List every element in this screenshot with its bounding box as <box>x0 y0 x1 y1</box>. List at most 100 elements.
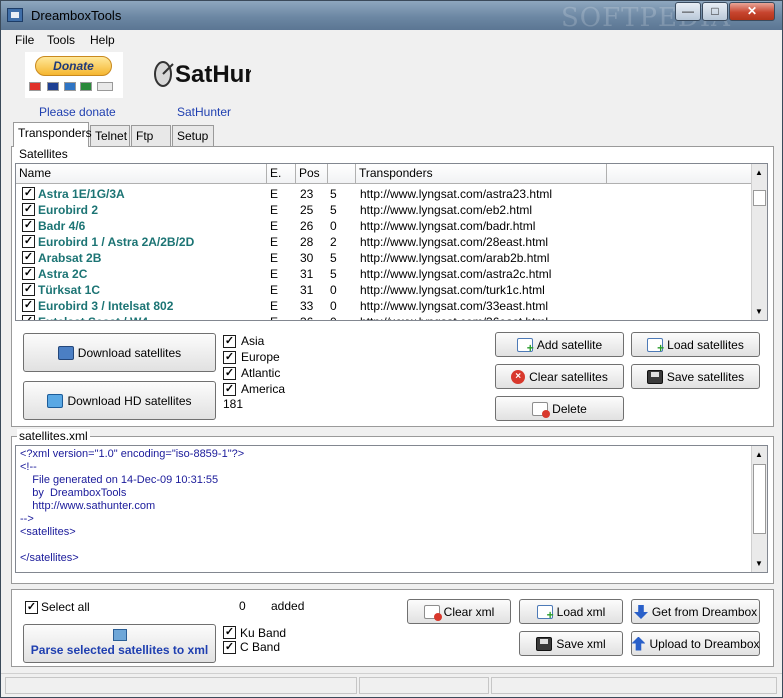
satellite-transponder-count: 5 <box>330 267 337 281</box>
xml-vertical-scrollbar[interactable]: ▲ ▼ <box>751 446 767 572</box>
tab-telnet[interactable]: Telnet <box>90 125 130 146</box>
scroll-up-icon[interactable]: ▲ <box>755 168 763 177</box>
xml-scroll-up-icon[interactable]: ▲ <box>755 450 763 459</box>
region-checkbox-asia[interactable]: ✓ <box>223 335 236 348</box>
satellite-row[interactable]: ✓ Astra 2C E 31 5 http://www.lyngsat.com/astr… <box>16 266 753 282</box>
tab-ftp[interactable]: Ftp <box>131 125 171 146</box>
upload-to-dreambox-button[interactable]: Upload to Dreambox <box>631 631 760 656</box>
ku-band-checkbox[interactable]: ✓ <box>223 626 236 639</box>
donate-button[interactable]: Donate <box>35 56 112 76</box>
satellite-checkbox[interactable]: ✓ <box>22 203 35 216</box>
satellite-row[interactable]: ✓Eutelsat Sesat / W4 E 36 0 http://www.lyngs… <box>16 314 753 320</box>
save-xml-button[interactable]: Save xml <box>519 631 623 656</box>
load-xml-button[interactable]: Load xml <box>519 599 623 624</box>
maximize-button[interactable]: □ <box>702 2 728 21</box>
close-button[interactable]: ✕ <box>729 2 775 21</box>
save-satellites-button[interactable]: Save satellites <box>631 364 760 389</box>
xml-scroll-thumb[interactable] <box>753 464 766 534</box>
satellite-url: http://www.lyngsat.com/36east.html <box>360 315 548 320</box>
c-band-checkbox[interactable]: ✓ <box>223 641 236 654</box>
satellite-name: Arabsat 2B <box>38 251 102 265</box>
satellites-list[interactable]: Name E. Pos Transponders ✓ Astra 1E/1G/3A… <box>15 163 768 321</box>
region-label-asia: Asia <box>241 334 265 348</box>
satellite-checkbox[interactable]: ✓ <box>22 299 35 312</box>
column-header-pos[interactable]: Pos <box>296 164 328 184</box>
satellite-position: 33 <box>300 299 314 313</box>
clear-xml-icon <box>423 604 442 621</box>
sathunter-logo[interactable]: SatHunter <box>151 52 290 98</box>
satellite-position: 26 <box>300 219 314 233</box>
satellite-row[interactable]: ✓ Eurobird 1 / Astra 2A/2B/2D E 28 2 http://w… <box>16 234 753 250</box>
download-hd-satellites-button[interactable]: Download HD satellites <box>23 381 216 420</box>
satellite-row[interactable]: ✓ Eurobird 3 / Intelsat 802 E 33 0 http://www… <box>16 298 753 314</box>
satellite-name: Eurobird 1 / Astra 2A/2B/2D <box>38 235 195 249</box>
clear-satellites-button[interactable]: × Clear satellites <box>495 364 624 389</box>
column-header-direction[interactable]: E. <box>267 164 296 184</box>
xml-editor[interactable]: <?xml version="1.0" encoding="iso-8859-1… <box>15 445 768 573</box>
satellite-direction: E <box>270 299 279 313</box>
region-checkbox-america[interactable]: ✓ <box>223 383 236 396</box>
sathunter-logo-text: SatHunter <box>175 61 251 88</box>
satellite-url: http://www.lyngsat.com/33east.html <box>360 299 549 313</box>
select-all-checkbox[interactable]: ✓ <box>25 601 38 614</box>
app-icon <box>7 8 23 22</box>
tab-transponders[interactable]: Transponders <box>13 122 92 147</box>
parse-to-xml-button[interactable]: Parse selected satellites to xml <box>23 624 216 663</box>
satellite-url: http://www.lyngsat.com/astra2c.html <box>360 267 552 281</box>
add-satellite-button[interactable]: Add satellite <box>495 332 624 357</box>
region-label-atlantic: Atlantic <box>241 366 281 380</box>
satellite-transponder-count: 5 <box>330 203 337 217</box>
get-from-dreambox-button[interactable]: Get from Dreambox <box>631 599 760 624</box>
xml-scroll-down-icon[interactable]: ▼ <box>755 559 763 568</box>
menu-file[interactable]: File <box>15 33 34 47</box>
scroll-thumb[interactable] <box>753 190 766 206</box>
satellite-checkbox[interactable]: ✓ <box>22 235 35 248</box>
bank-icon <box>97 82 113 91</box>
please-donate-link[interactable]: Please donate <box>39 105 116 119</box>
delete-button[interactable]: Delete <box>495 396 624 421</box>
menu-help[interactable]: Help <box>90 33 115 47</box>
column-header-transponders[interactable]: Transponders <box>356 164 607 184</box>
xml-line: </satellites> <box>20 552 79 564</box>
satellite-row[interactable]: ✓ Eurobird 2 E 25 5 http://www.lyngsat.com/eb… <box>16 202 753 218</box>
clear-xml-label: Clear xml <box>443 604 495 619</box>
download-satellites-button[interactable]: Download satellites <box>23 333 216 372</box>
satellite-url: http://www.lyngsat.com/badr.html <box>360 219 536 233</box>
add-satellite-label: Add satellite <box>536 337 603 352</box>
tab-setup[interactable]: Setup <box>172 125 214 146</box>
region-checkbox-atlantic[interactable]: ✓ <box>223 367 236 380</box>
delete-label: Delete <box>552 401 587 416</box>
satellite-position: 30 <box>300 251 314 265</box>
satellite-row[interactable]: ✓ Badr 4/6 E 26 0 http://www.lyngsat.com/badr… <box>16 218 753 234</box>
clear-xml-button[interactable]: Clear xml <box>407 599 511 624</box>
satellite-row[interactable]: ✓ Arabsat 2B E 30 5 http://www.lyngsat.com/ar… <box>16 250 753 266</box>
satellite-checkbox[interactable]: ✓ <box>22 283 35 296</box>
satellite-row[interactable]: ✓ Astra 1E/1G/3A E 23 5 http://www.lyngsat.co… <box>16 186 753 202</box>
satellite-checkbox[interactable]: ✓ <box>22 315 35 320</box>
satellite-direction: E <box>270 267 279 281</box>
sathunter-link[interactable]: SatHunter <box>177 105 231 119</box>
window-title: DreamboxTools <box>31 8 122 23</box>
satellite-checkbox[interactable]: ✓ <box>22 187 35 200</box>
region-label-europe: Europe <box>241 350 280 364</box>
satellite-transponder-count: 0 <box>330 219 337 233</box>
satellites-group-label: Satellites <box>17 147 70 161</box>
load-satellites-button[interactable]: Load satellites <box>631 332 760 357</box>
satellites-vertical-scrollbar[interactable]: ▲ ▼ <box>751 164 767 320</box>
satellite-checkbox[interactable]: ✓ <box>22 219 35 232</box>
get-from-dreambox-label: Get from Dreambox <box>651 604 758 619</box>
xml-line: by DreamboxTools <box>20 487 127 499</box>
region-checkbox-europe[interactable]: ✓ <box>223 351 236 364</box>
load-document-icon <box>647 337 664 355</box>
menu-tools[interactable]: Tools <box>47 33 75 47</box>
satellite-checkbox[interactable]: ✓ <box>22 267 35 280</box>
xml-line: File generated on 14-Dec-09 10:31:55 <box>20 474 219 486</box>
minimize-button[interactable]: — <box>675 2 701 21</box>
satellite-position: 28 <box>300 235 314 249</box>
status-segment-2 <box>359 677 489 694</box>
column-header-count[interactable] <box>328 164 356 184</box>
column-header-name[interactable]: Name <box>16 164 267 184</box>
scroll-down-icon[interactable]: ▼ <box>755 307 763 316</box>
satellite-checkbox[interactable]: ✓ <box>22 251 35 264</box>
satellite-row[interactable]: ✓ Türksat 1C E 31 0 http://www.lyngsat.com/tu… <box>16 282 753 298</box>
